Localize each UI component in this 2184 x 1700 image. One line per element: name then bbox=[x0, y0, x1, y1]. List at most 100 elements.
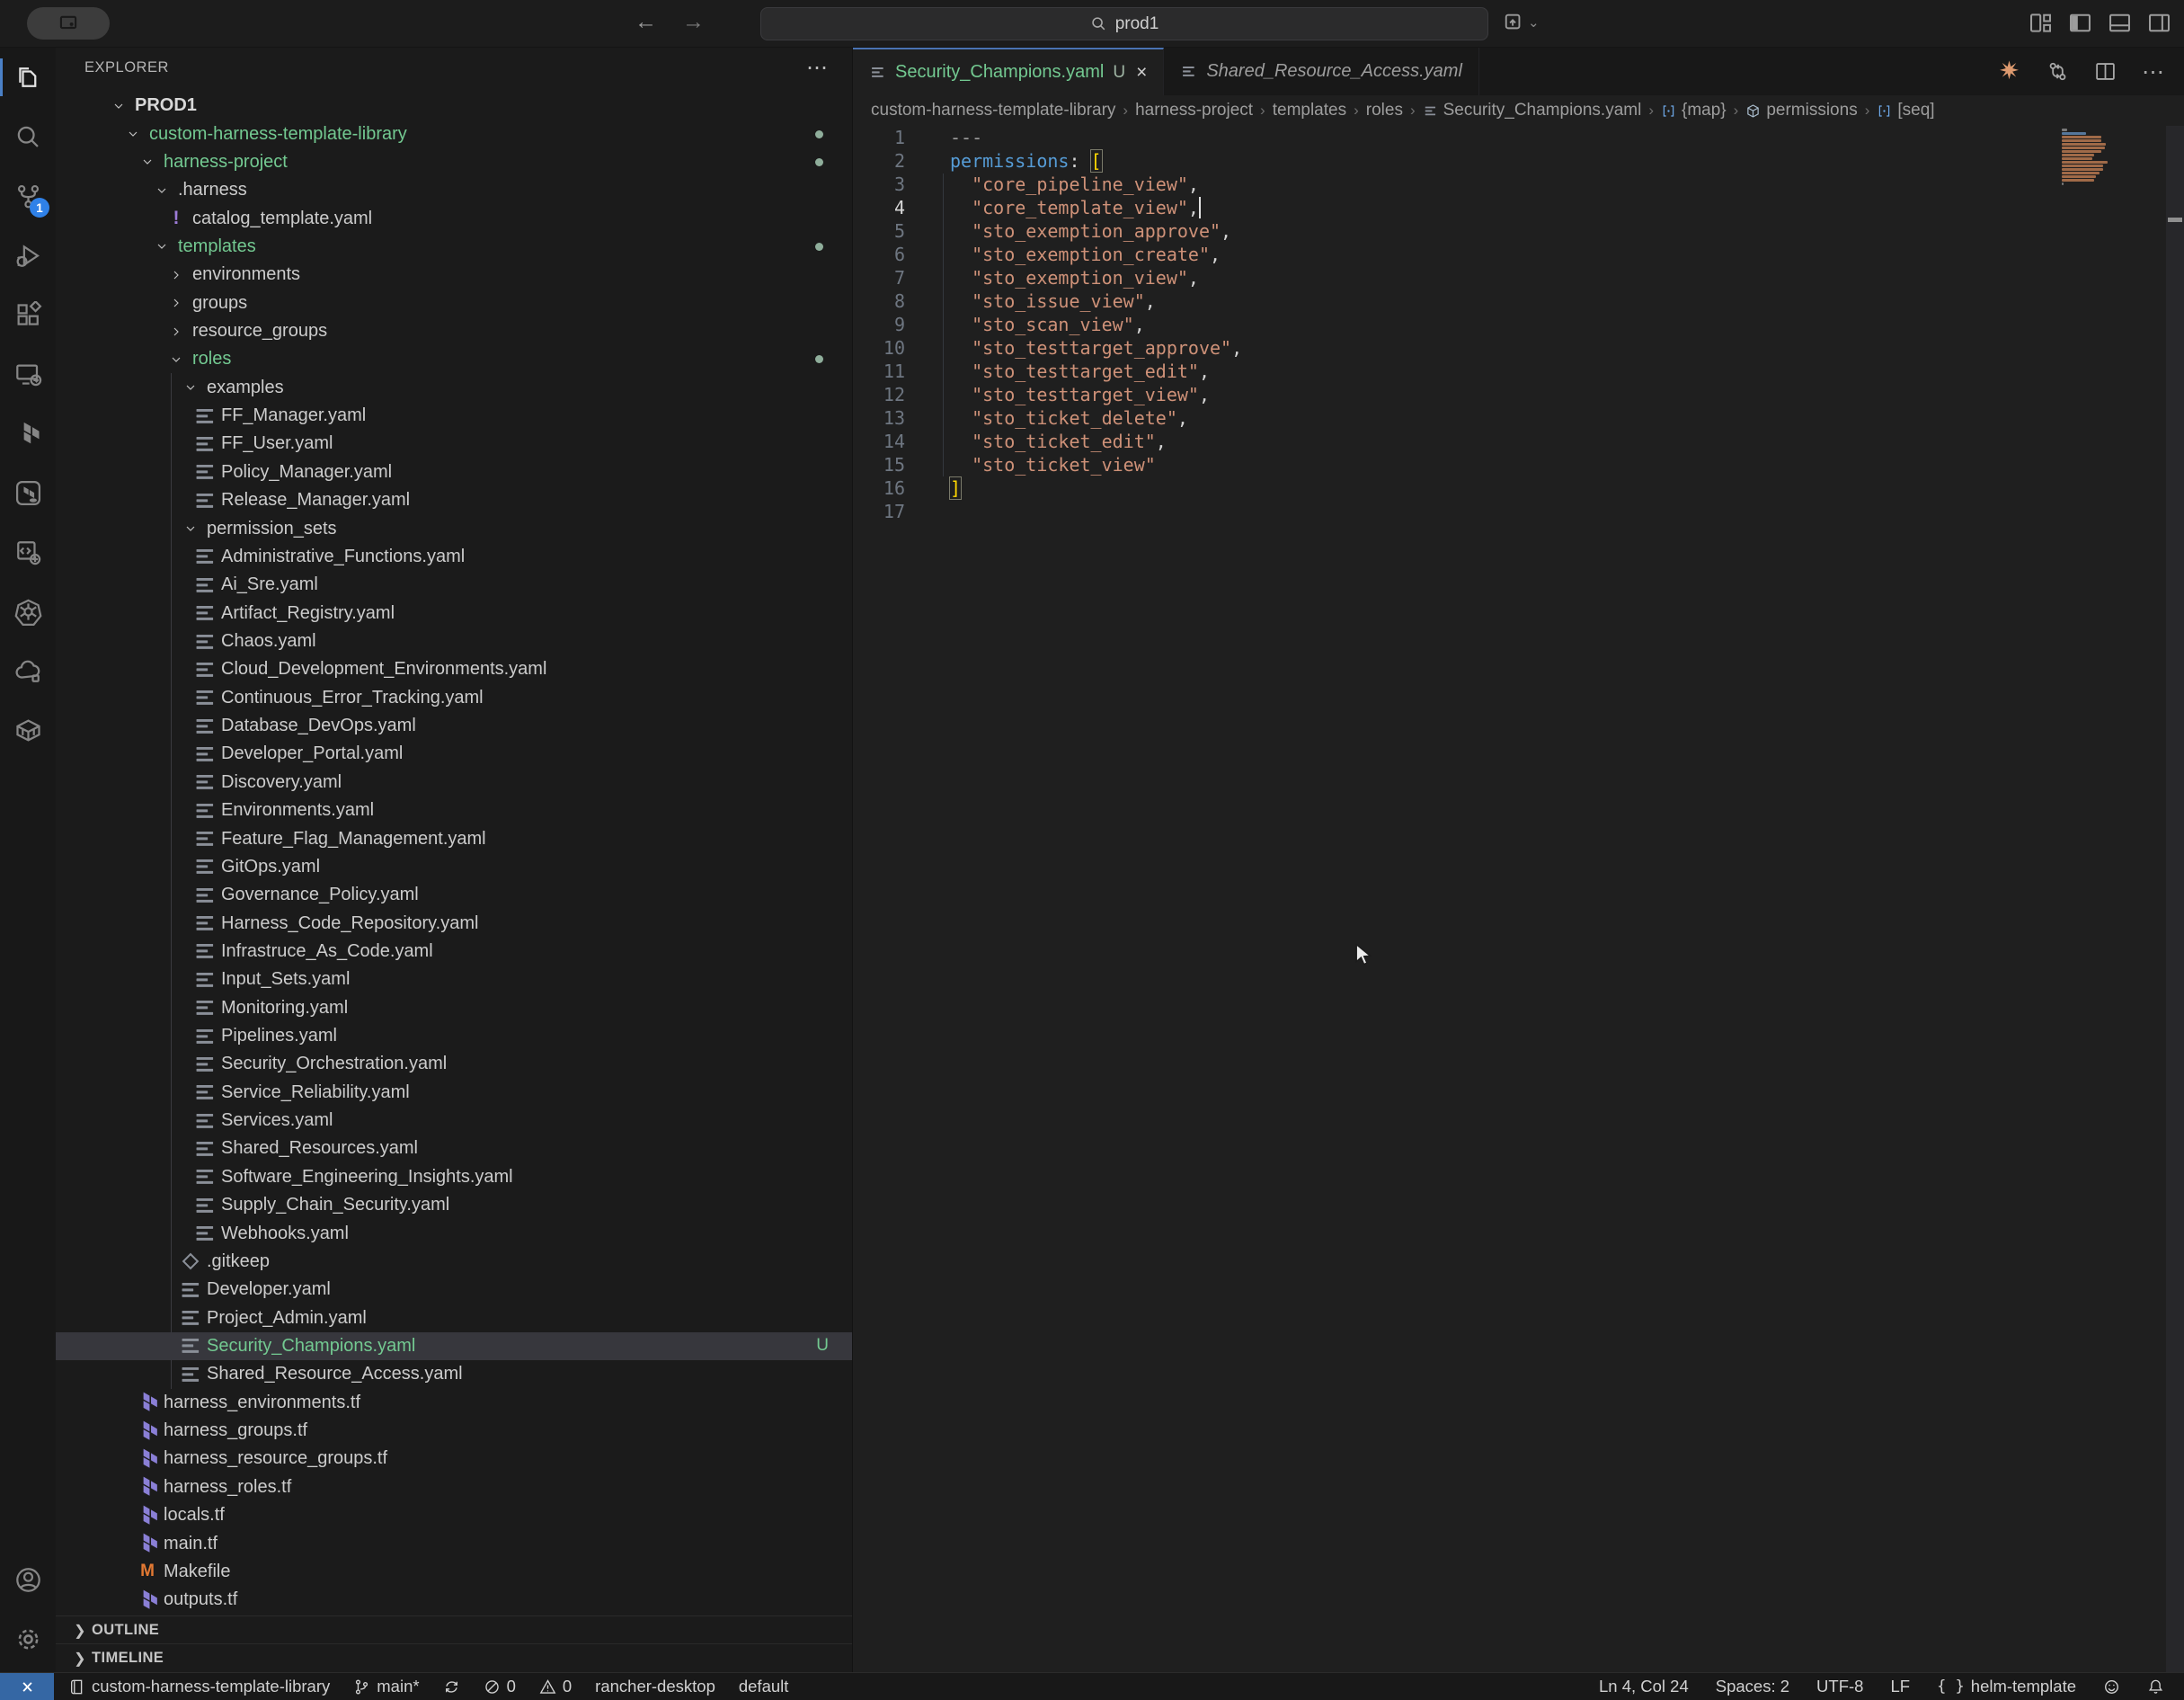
tree-item-shared-resource-access-yaml[interactable]: Shared_Resource_Access.yaml bbox=[56, 1360, 852, 1388]
code-line-2[interactable]: 2permissions: [ bbox=[853, 149, 2184, 173]
screen-share-indicator[interactable] bbox=[27, 7, 110, 40]
breadcrumb-item--seq-[interactable]: [seq] bbox=[1877, 101, 1934, 120]
activity-bar-item-containers[interactable] bbox=[0, 700, 56, 760]
tree-item-ff-user-yaml[interactable]: FF_User.yaml bbox=[56, 430, 852, 458]
tree-item-environments[interactable]: environments bbox=[56, 261, 852, 289]
tree-item-templates[interactable]: templates bbox=[56, 233, 852, 261]
navigate-forward-button[interactable]: → bbox=[682, 9, 705, 35]
compare-changes-icon[interactable] bbox=[2046, 60, 2069, 83]
code-line-5[interactable]: 5 "sto_exemption_approve", bbox=[853, 219, 2184, 243]
toggle-panel-icon[interactable] bbox=[2108, 11, 2132, 35]
code-line-4[interactable]: 4 "core_template_view", bbox=[853, 196, 2184, 219]
status-item-problems-warnings[interactable]: 0 bbox=[539, 1677, 572, 1696]
timeline-section-header[interactable]: ❯ TIMELINE bbox=[56, 1643, 852, 1672]
split-editor-icon[interactable] bbox=[2094, 60, 2117, 83]
status-item-indentation[interactable]: Spaces: 2 bbox=[1716, 1677, 1789, 1696]
customize-layout-icon[interactable] bbox=[2029, 11, 2053, 35]
status-item-problems-errors[interactable]: 0 bbox=[484, 1677, 516, 1696]
code-line-14[interactable]: 14 "sto_ticket_edit", bbox=[853, 430, 2184, 453]
status-item-feedback[interactable] bbox=[2103, 1678, 2120, 1696]
tree-item-supply-chain-security-yaml[interactable]: Supply_Chain_Security.yaml bbox=[56, 1191, 852, 1219]
tree-item-release-manager-yaml[interactable]: Release_Manager.yaml bbox=[56, 486, 852, 514]
profile-sync-button[interactable]: ⌄ bbox=[1503, 11, 1540, 33]
tree-item-harness-resource-groups-tf[interactable]: harness_resource_groups.tf bbox=[56, 1445, 852, 1473]
tree-item--gitkeep[interactable]: .gitkeep bbox=[56, 1248, 852, 1276]
tree-item-environments-yaml[interactable]: Environments.yaml bbox=[56, 797, 852, 824]
status-item-language-mode[interactable]: { }helm-template bbox=[1937, 1677, 2076, 1696]
tree-item-administrative-functions-yaml[interactable]: Administrative_Functions.yaml bbox=[56, 543, 852, 571]
code-line-9[interactable]: 9 "sto_scan_view", bbox=[853, 313, 2184, 336]
tree-item-outputs-tf[interactable]: outputs.tf bbox=[56, 1586, 852, 1614]
activity-bar-item-run-debug[interactable] bbox=[0, 226, 56, 285]
status-item-kube-namespace[interactable]: default bbox=[739, 1677, 789, 1696]
editor-scrollbar[interactable] bbox=[2166, 126, 2184, 1672]
activity-bar-item-account[interactable] bbox=[0, 1550, 56, 1609]
breadcrumb-item-templates[interactable]: templates bbox=[1273, 101, 1346, 120]
activity-bar-item-settings-gear[interactable] bbox=[0, 1609, 56, 1669]
tree-item-catalog-template-yaml[interactable]: !catalog_template.yaml bbox=[56, 204, 852, 232]
tree-item-services-yaml[interactable]: Services.yaml bbox=[56, 1107, 852, 1135]
tree-item-discovery-yaml[interactable]: Discovery.yaml bbox=[56, 769, 852, 797]
activity-bar-item-dev-container-config[interactable] bbox=[0, 522, 56, 582]
code-line-6[interactable]: 6 "sto_exemption_create", bbox=[853, 243, 2184, 266]
toggle-secondary-sidebar-icon[interactable] bbox=[2147, 11, 2171, 35]
tree-item-governance-policy-yaml[interactable]: Governance_Policy.yaml bbox=[56, 881, 852, 909]
tree-item-feature-flag-management-yaml[interactable]: Feature_Flag_Management.yaml bbox=[56, 824, 852, 852]
status-item-cursor-position[interactable]: Ln 4, Col 24 bbox=[1599, 1677, 1689, 1696]
tree-item-service-reliability-yaml[interactable]: Service_Reliability.yaml bbox=[56, 1079, 852, 1107]
tree-item-harness-code-repository-yaml[interactable]: Harness_Code_Repository.yaml bbox=[56, 909, 852, 937]
tree-item-gitops-yaml[interactable]: GitOps.yaml bbox=[56, 853, 852, 881]
tree-item-resource-groups[interactable]: resource_groups bbox=[56, 317, 852, 345]
code-line-1[interactable]: 1--- bbox=[853, 126, 2184, 149]
tree-item-groups[interactable]: groups bbox=[56, 289, 852, 317]
tree-item-shared-resources-yaml[interactable]: Shared_Resources.yaml bbox=[56, 1135, 852, 1162]
tree-item-monitoring-yaml[interactable]: Monitoring.yaml bbox=[56, 994, 852, 1022]
toggle-primary-sidebar-icon[interactable] bbox=[2068, 11, 2092, 35]
code-line-3[interactable]: 3 "core_pipeline_view", bbox=[853, 173, 2184, 196]
code-line-8[interactable]: 8 "sto_issue_view", bbox=[853, 289, 2184, 313]
status-item-git-branch[interactable]: main* bbox=[353, 1677, 419, 1696]
tree-item-infrastruce-as-code-yaml[interactable]: Infrastruce_As_Code.yaml bbox=[56, 938, 852, 966]
code-editor[interactable]: 1---2permissions: [3 "core_pipeline_view… bbox=[853, 126, 2184, 1672]
activity-bar-item-remote-explorer[interactable] bbox=[0, 344, 56, 404]
tree-item-prod1[interactable]: PROD1 bbox=[56, 92, 852, 120]
tree-item-security-champions-yaml[interactable]: Security_Champions.yamlU bbox=[56, 1332, 852, 1360]
tree-item-continuous-error-tracking-yaml[interactable]: Continuous_Error_Tracking.yaml bbox=[56, 684, 852, 712]
activity-bar-item-cloud-tools[interactable] bbox=[0, 641, 56, 700]
editor-tab-security-champions-yaml[interactable]: Security_Champions.yamlU× bbox=[853, 48, 1164, 95]
tree-item-security-orchestration-yaml[interactable]: Security_Orchestration.yaml bbox=[56, 1050, 852, 1078]
tree-item-makefile[interactable]: MMakefile bbox=[56, 1558, 852, 1586]
code-line-7[interactable]: 7 "sto_exemption_view", bbox=[853, 266, 2184, 289]
tree-item-harness-groups-tf[interactable]: harness_groups.tf bbox=[56, 1417, 852, 1445]
breadcrumb-item--map-[interactable]: {map} bbox=[1661, 101, 1727, 120]
activity-bar-item-terraform[interactable] bbox=[0, 404, 56, 463]
code-line-13[interactable]: 13 "sto_ticket_delete", bbox=[853, 406, 2184, 430]
remote-indicator[interactable] bbox=[0, 1673, 54, 1700]
tree-item-ai-sre-yaml[interactable]: Ai_Sre.yaml bbox=[56, 571, 852, 599]
tree-item-roles[interactable]: roles bbox=[56, 345, 852, 373]
activity-bar-item-search[interactable] bbox=[0, 107, 56, 166]
tree-item-chaos-yaml[interactable]: Chaos.yaml bbox=[56, 627, 852, 655]
activity-bar-item-terraform-cloud[interactable] bbox=[0, 463, 56, 522]
status-item-eol[interactable]: LF bbox=[1890, 1677, 1910, 1696]
tree-item-database-devops-yaml[interactable]: Database_DevOps.yaml bbox=[56, 712, 852, 740]
tree-item-examples[interactable]: examples bbox=[56, 374, 852, 402]
status-item-encoding[interactable]: UTF-8 bbox=[1816, 1677, 1863, 1696]
explorer-more-actions-icon[interactable]: ⋯ bbox=[806, 55, 829, 81]
activity-bar-item-kubernetes[interactable] bbox=[0, 582, 56, 641]
status-item-notifications[interactable] bbox=[2147, 1678, 2164, 1696]
tree-item-project-admin-yaml[interactable]: Project_Admin.yaml bbox=[56, 1304, 852, 1331]
tree-item-input-sets-yaml[interactable]: Input_Sets.yaml bbox=[56, 966, 852, 993]
code-line-11[interactable]: 11 "sto_testtarget_edit", bbox=[853, 360, 2184, 383]
navigate-back-button[interactable]: ← bbox=[635, 9, 657, 35]
status-item-sync[interactable] bbox=[443, 1678, 460, 1696]
code-line-15[interactable]: 15 "sto_ticket_view" bbox=[853, 453, 2184, 476]
activity-bar-item-extensions[interactable] bbox=[0, 285, 56, 344]
tree-item-software-engineering-insights-yaml[interactable]: Software_Engineering_Insights.yaml bbox=[56, 1163, 852, 1191]
tree-item-developer-yaml[interactable]: Developer.yaml bbox=[56, 1276, 852, 1304]
code-line-12[interactable]: 12 "sto_testtarget_view", bbox=[853, 383, 2184, 406]
breadcrumb-item-security-champions-yaml[interactable]: Security_Champions.yaml bbox=[1423, 101, 1642, 120]
minimap[interactable] bbox=[2062, 129, 2109, 190]
tree-item-cloud-development-environments-yaml[interactable]: Cloud_Development_Environments.yaml bbox=[56, 655, 852, 683]
tree-item-permission-sets[interactable]: permission_sets bbox=[56, 514, 852, 542]
